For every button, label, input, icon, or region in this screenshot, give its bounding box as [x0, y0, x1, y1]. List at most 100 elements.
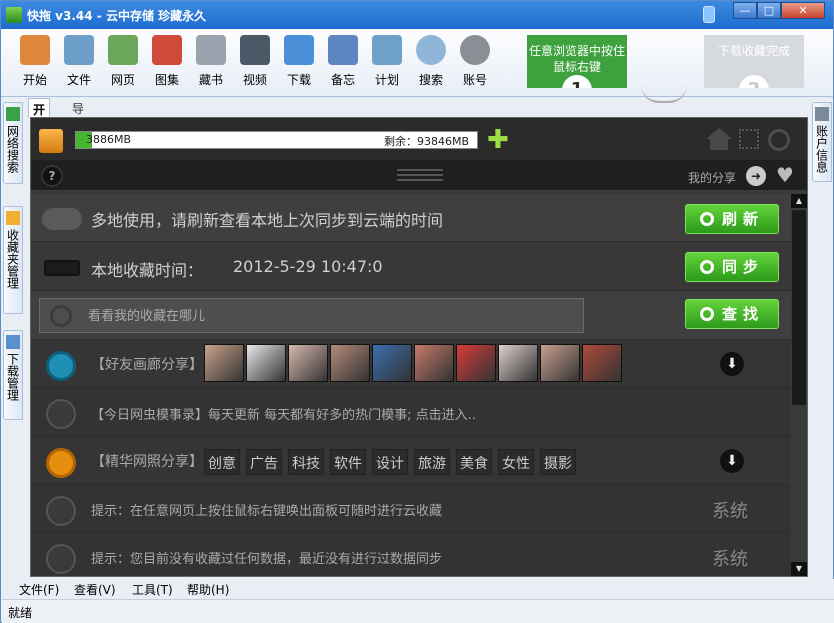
sync-text: 多地使用，请刷新查看本地上次同步到云端的时间 [91, 211, 444, 230]
magnifier-icon [416, 35, 446, 65]
menu-view[interactable]: 查看(V) [74, 581, 116, 598]
menu-help[interactable]: 帮助(H) [187, 581, 229, 598]
find-label: 查找 [721, 305, 764, 323]
arrow-right-icon[interactable]: ➜ [746, 166, 766, 186]
toolbar-label: 计划 [374, 73, 399, 87]
scroll-up-icon[interactable]: ▲ [791, 194, 807, 208]
globe-icon [6, 107, 20, 121]
menu-bar: 文件(F) 查看(V) 工具(T) 帮助(H) [2, 579, 834, 599]
gallery-thumbnail[interactable] [330, 344, 370, 382]
search-icon [50, 305, 72, 327]
close-button[interactable]: ✕ [781, 2, 825, 19]
toolbar-label: 备忘 [330, 73, 355, 87]
gallery-thumbnail[interactable] [582, 344, 622, 382]
toolbar-start[interactable]: 开始 [15, 35, 55, 88]
category-item[interactable]: 广告 [246, 449, 282, 475]
category-item[interactable]: 设计 [372, 449, 408, 475]
gallery-thumbnail[interactable] [456, 344, 496, 382]
category-item[interactable]: 创意 [204, 449, 240, 475]
gallery-thumbnail[interactable] [372, 344, 412, 382]
home-icon[interactable] [706, 128, 732, 150]
toolbar-video[interactable]: 视频 [235, 35, 275, 88]
toolbar-label: 文件 [66, 73, 91, 87]
toolbar-label: 开始 [22, 73, 47, 87]
category-item[interactable]: 科技 [288, 449, 324, 475]
expand-down-icon[interactable]: ⬇ [720, 449, 744, 473]
toolbar-search[interactable]: 搜索 [411, 35, 451, 88]
sidebar-tab-favorites[interactable]: 收藏夹管理 [3, 206, 23, 314]
my-share-label[interactable]: 我的分享 [688, 169, 736, 186]
maximize-button[interactable]: □ [757, 2, 781, 19]
toolbar-memo[interactable]: 备忘 [323, 35, 363, 88]
title-bar[interactable]: 快拖 v3.44 - 云中存储 珍藏永久 — □ ✕ [1, 1, 833, 29]
pin-icon[interactable] [703, 6, 715, 23]
help-icon[interactable]: ? [41, 165, 63, 187]
app-window: 快拖 v3.44 - 云中存储 珍藏永久 — □ ✕ 开始 文件 网页 图集 藏… [0, 0, 834, 623]
tab-start[interactable]: 开始 [28, 98, 51, 134]
harddisk-icon [44, 260, 80, 276]
sidebar-tab-downloads[interactable]: 下载管理 [3, 330, 23, 420]
category-item[interactable]: 美食 [456, 449, 492, 475]
system-label: 系统 [712, 549, 748, 570]
vertical-scrollbar[interactable]: ▲ ▼ [791, 194, 807, 576]
gallery-thumbnail[interactable] [246, 344, 286, 382]
local-time-row: 本地收藏时间： 2012-5-29 10:47:0 同步 [31, 242, 791, 291]
menu-file[interactable]: 文件(F) [19, 581, 59, 598]
category-item[interactable]: 女性 [498, 449, 534, 475]
sidebar-tab-label: 网络搜索 [5, 125, 20, 173]
search-input[interactable] [88, 306, 568, 326]
refresh-button[interactable]: 刷新 [685, 204, 779, 234]
gallery-icon [152, 35, 182, 65]
folder-icon [6, 211, 20, 225]
toolbar-books[interactable]: 藏书 [191, 35, 231, 88]
category-item[interactable]: 软件 [330, 449, 366, 475]
menu-tools[interactable]: 工具(T) [132, 581, 173, 598]
grid-icon[interactable] [739, 129, 759, 149]
gears-icon [460, 35, 490, 65]
find-button[interactable]: 查找 [685, 299, 779, 329]
toolbar-label: 视频 [242, 73, 267, 87]
window-title: 快拖 v3.44 - 云中存储 珍藏永久 [27, 9, 207, 23]
gallery-thumbnail[interactable] [204, 344, 244, 382]
grid-icon [46, 448, 76, 478]
today-text[interactable]: 【今日网虫模事录】每天更新 每天都有好多的热门模事; 点击进入.. [91, 404, 476, 423]
toolbar: 开始 文件 网页 图集 藏书 视频 下载 备忘 计划 搜索 账号 任意浏览器中按… [1, 29, 833, 103]
heart-icon[interactable]: ♥ [776, 165, 794, 185]
eye-icon [46, 351, 76, 381]
sidebar-tab-account-info[interactable]: 账户信息 [812, 102, 832, 182]
toolbar-web[interactable]: 网页 [103, 35, 143, 88]
step-number: 2 [739, 75, 769, 88]
sidebar-tab-web-search[interactable]: 网络搜索 [3, 102, 23, 184]
refresh-icon [699, 212, 714, 226]
toolbar-file[interactable]: 文件 [59, 35, 99, 88]
scroll-thumb[interactable] [792, 210, 806, 405]
drag-handle-icon[interactable] [397, 169, 443, 181]
toolbar-label: 搜索 [418, 73, 443, 87]
minimize-button[interactable]: — [733, 2, 757, 19]
hint-text: 下载收藏完成 [717, 44, 790, 58]
gallery-thumbnail[interactable] [288, 344, 328, 382]
add-storage-icon[interactable]: ✚ [487, 127, 509, 153]
toolbar-label: 图集 [154, 73, 179, 87]
sync-label: 同步 [721, 258, 764, 276]
disc-icon[interactable] [768, 129, 790, 151]
toolbar-gallery[interactable]: 图集 [147, 35, 187, 88]
toolbar-plan[interactable]: 计划 [367, 35, 407, 88]
expand-down-icon[interactable]: ⬇ [720, 352, 744, 376]
gallery-thumbnail[interactable] [540, 344, 580, 382]
gallery-thumbnail[interactable] [414, 344, 454, 382]
gallery-thumbnail[interactable] [498, 344, 538, 382]
category-item[interactable]: 旅游 [414, 449, 450, 475]
toolbar-download[interactable]: 下载 [279, 35, 319, 88]
tab-nav[interactable]: 导航 [68, 98, 88, 133]
system-label: 系统 [712, 501, 748, 522]
hint-text: 任意浏览器中按住鼠标右键 [528, 44, 625, 74]
toolbar-account[interactable]: 账号 [455, 35, 495, 88]
friends-gallery-label[interactable]: 【好友画廊分享】 [91, 354, 203, 374]
scroll-down-icon[interactable]: ▼ [791, 562, 807, 576]
sync-button[interactable]: 同步 [685, 252, 779, 282]
main-panel: 3886MB 剩余：93846MB ✚ ? 我的分享 ➜ ♥ 多地使用，请刷新查… [30, 117, 808, 577]
local-time-value: 2012-5-29 10:47:0 [233, 257, 383, 276]
users-icon [815, 107, 829, 121]
category-item[interactable]: 摄影 [540, 449, 576, 475]
